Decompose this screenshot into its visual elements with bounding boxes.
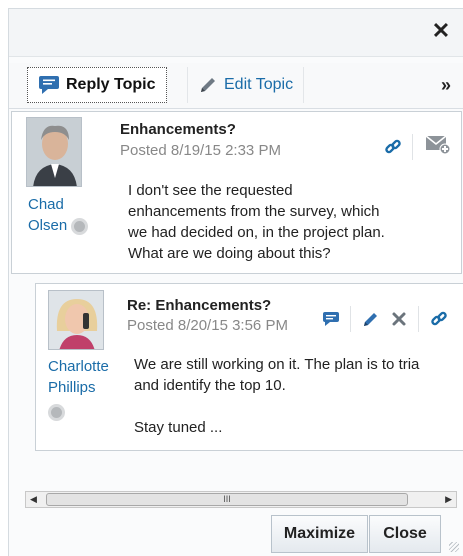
post-timestamp: Posted 8/19/15 2:33 PM (120, 142, 281, 159)
close-icon[interactable]: ✕ (429, 19, 453, 43)
reply-topic-button[interactable]: Reply Topic (27, 67, 167, 103)
author-name[interactable]: Charlotte Phillips (48, 356, 109, 422)
author-first-name[interactable]: Chad (28, 194, 88, 215)
divider (418, 306, 419, 332)
delete-icon[interactable] (388, 308, 410, 330)
reply-icon[interactable] (320, 308, 342, 330)
author-last-name[interactable]: Phillips (48, 377, 109, 398)
edit-topic-button[interactable]: Edit Topic (187, 67, 305, 103)
reply-icon (39, 76, 59, 94)
reply-topic-label: Reply Topic (66, 76, 156, 93)
horizontal-scrollbar[interactable]: ◀ III ▶ (25, 491, 457, 508)
reply-post: Charlotte Phillips Re: Enhancements? Pos… (35, 283, 463, 451)
resize-grip-icon[interactable] (449, 542, 459, 552)
post-body: I don't see the requested enhancements f… (128, 182, 385, 262)
reply-timestamp: Posted 8/20/15 3:56 PM (127, 317, 288, 334)
link-icon[interactable] (382, 136, 404, 158)
edit-topic-label: Edit Topic (224, 76, 294, 93)
pencil-icon (201, 78, 215, 92)
avatar (48, 290, 104, 350)
link-icon[interactable] (428, 308, 450, 330)
post-subject: Enhancements? (120, 121, 236, 138)
more-options-icon[interactable]: » (441, 75, 451, 96)
topic-dialog: ✕ Reply Topic Edit Topic » Chad Olsen En… (8, 8, 463, 556)
avatar (26, 117, 82, 187)
maximize-button[interactable]: Maximize (271, 515, 368, 553)
author-first-name[interactable]: Charlotte (48, 356, 109, 377)
scrollbar-thumb[interactable]: III (46, 493, 408, 506)
reply-subject: Re: Enhancements? (127, 297, 272, 314)
dialog-titlebar: ✕ (9, 9, 463, 57)
author-last-name[interactable]: Olsen (28, 217, 67, 234)
author-name[interactable]: Chad Olsen (28, 194, 89, 236)
topic-post: Chad Olsen Enhancements? Posted 8/19/15 … (11, 111, 462, 274)
email-icon[interactable] (424, 133, 452, 155)
edit-pencil-icon[interactable] (360, 308, 382, 330)
presence-status-icon (48, 403, 65, 421)
close-button[interactable]: Close (369, 515, 441, 553)
topic-toolbar: Reply Topic Edit Topic » (9, 63, 463, 109)
divider (412, 134, 413, 160)
divider (350, 306, 351, 332)
presence-status-icon (71, 217, 89, 235)
scroll-left-icon[interactable]: ◀ (30, 494, 37, 505)
reply-body: We are still working on it. The plan is … (134, 356, 420, 436)
scroll-right-icon[interactable]: ▶ (445, 494, 452, 505)
